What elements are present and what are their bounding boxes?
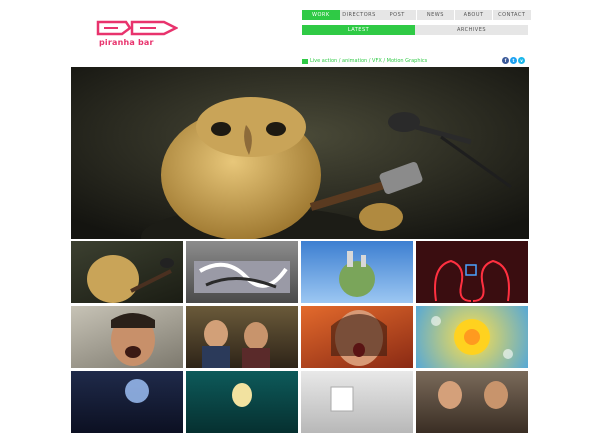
social-links: f t v bbox=[502, 57, 525, 64]
thumbnail-kaleidoscope[interactable] bbox=[416, 306, 528, 368]
thumbnail-stage-lights[interactable] bbox=[71, 371, 183, 433]
thumbnail-woman-surprised[interactable] bbox=[301, 306, 413, 368]
thumbnail-men-portrait[interactable] bbox=[416, 371, 528, 433]
thumbnail-audience[interactable] bbox=[186, 306, 298, 368]
thumbnail-graffiti[interactable] bbox=[186, 241, 298, 303]
twitter-icon[interactable]: t bbox=[510, 57, 517, 64]
subnav-item-latest[interactable]: Latest bbox=[302, 25, 415, 35]
sub-nav: Latest Archives bbox=[302, 25, 528, 35]
nav-item-news[interactable]: News bbox=[416, 10, 455, 20]
nav-item-about[interactable]: About bbox=[454, 10, 493, 20]
thumbnail-egg[interactable] bbox=[186, 371, 298, 433]
thumbnail-tiny-planet[interactable] bbox=[301, 241, 413, 303]
thumbnail-bird-guitar[interactable] bbox=[71, 241, 183, 303]
grid-icon bbox=[302, 58, 308, 64]
thumbnail-cups[interactable] bbox=[301, 371, 413, 433]
main-nav: Work Directors Post News About Contact bbox=[302, 10, 531, 20]
breadcrumb: Live action / animation / VFX / Motion G… bbox=[302, 58, 427, 64]
subnav-item-archives[interactable]: Archives bbox=[415, 25, 528, 35]
nav-item-work[interactable]: Work bbox=[302, 10, 340, 20]
thumbnail-neon-couple[interactable] bbox=[416, 241, 528, 303]
thumbnail-man-shouting[interactable] bbox=[71, 306, 183, 368]
nav-item-post[interactable]: Post bbox=[378, 10, 417, 20]
facebook-icon[interactable]: f bbox=[502, 57, 509, 64]
nav-item-directors[interactable]: Directors bbox=[340, 10, 378, 20]
hero-image[interactable] bbox=[71, 67, 529, 239]
breadcrumb-text[interactable]: Live action / animation / VFX / Motion G… bbox=[310, 58, 427, 64]
hero-illustration bbox=[71, 67, 529, 239]
vimeo-icon[interactable]: v bbox=[518, 57, 525, 64]
logo-text[interactable]: piranha bar bbox=[99, 38, 154, 47]
nav-item-contact[interactable]: Contact bbox=[492, 10, 531, 20]
